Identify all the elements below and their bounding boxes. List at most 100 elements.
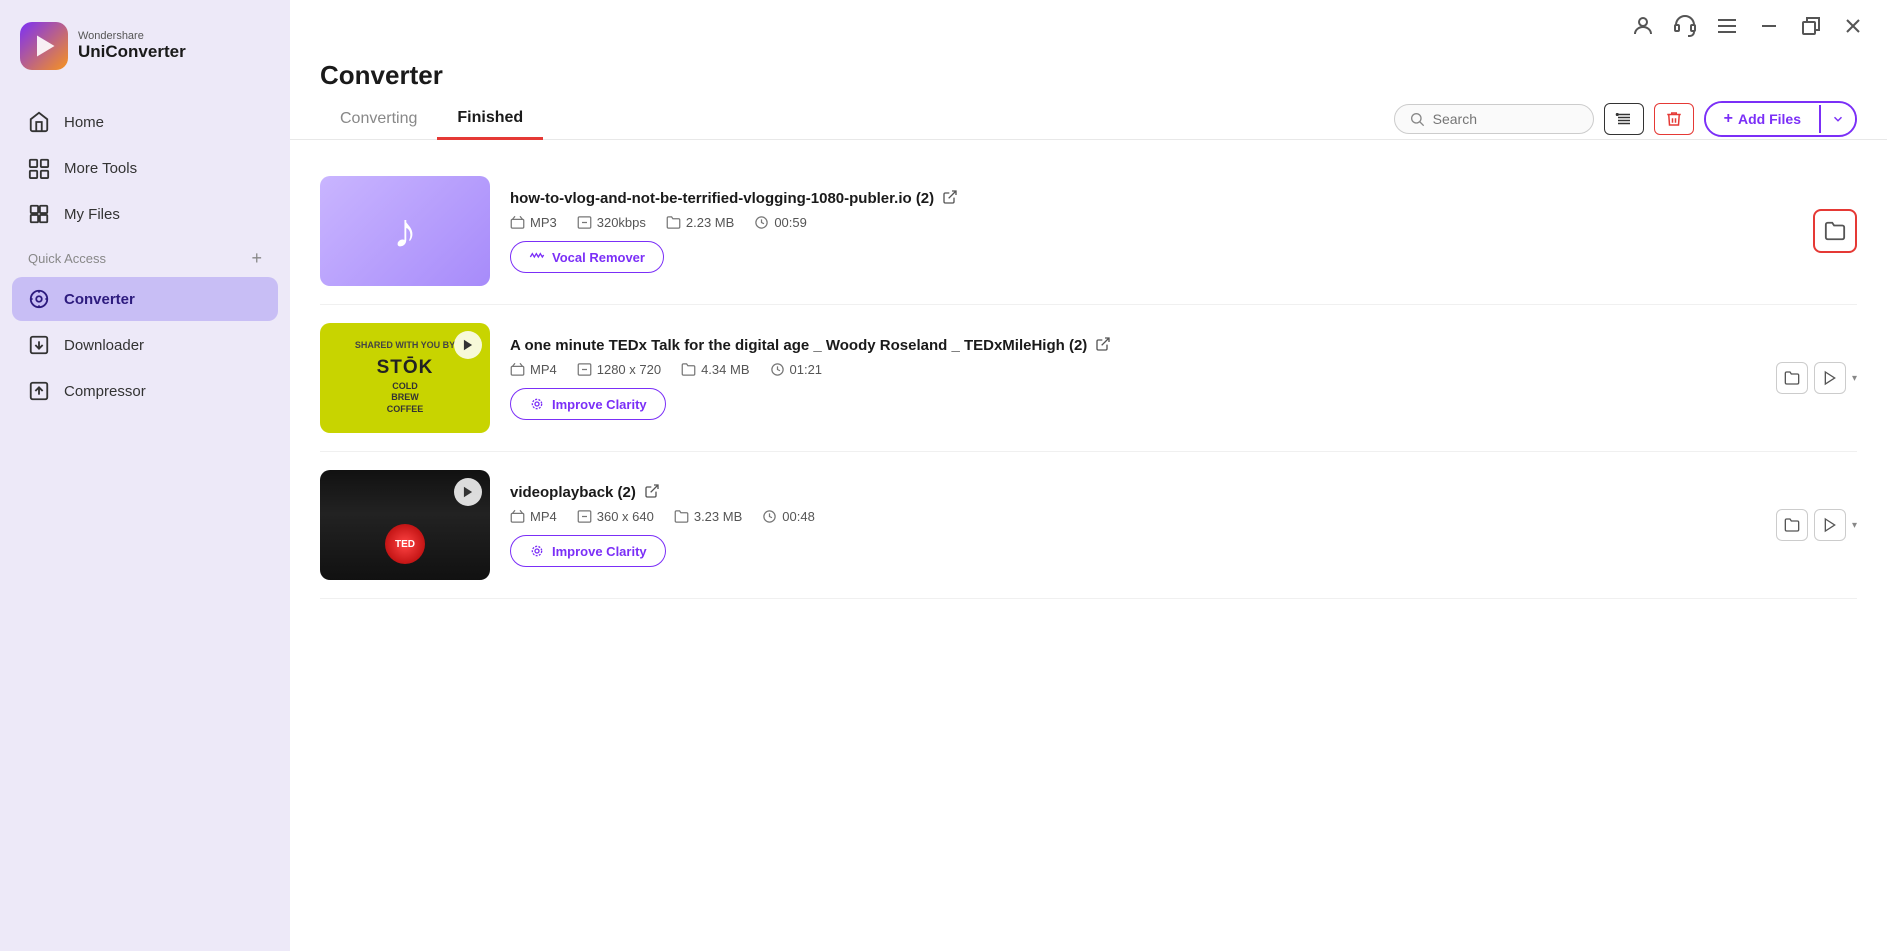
menu-icon bbox=[1715, 14, 1739, 38]
add-files-main[interactable]: + Add Files bbox=[1706, 103, 1819, 135]
file-thumbnail-2: SHARED WITH YOU BY STŌK COLDBREWCOFFEE bbox=[320, 323, 490, 433]
file-duration-2: 01:21 bbox=[770, 362, 823, 377]
play-overlay-2[interactable] bbox=[454, 331, 482, 359]
minimize-btn[interactable] bbox=[1755, 12, 1783, 40]
tab-converting[interactable]: Converting bbox=[320, 100, 437, 140]
trash-icon bbox=[1665, 110, 1683, 128]
improve-clarity-btn-3[interactable]: Improve Clarity bbox=[510, 535, 666, 567]
video-icon bbox=[510, 215, 525, 230]
folder-btn-1[interactable] bbox=[1813, 209, 1857, 253]
open-file-link-1[interactable] bbox=[942, 189, 958, 208]
folder-btn-2[interactable] bbox=[1776, 362, 1808, 394]
add-files-dropdown-btn[interactable] bbox=[1819, 105, 1855, 133]
logo-icon bbox=[20, 22, 68, 70]
file-type-2: MP4 bbox=[510, 362, 557, 377]
folder-icon-2 bbox=[1784, 370, 1800, 386]
open-file-link-3[interactable] bbox=[644, 483, 660, 502]
folder-btn-3[interactable] bbox=[1776, 509, 1808, 541]
sidebar: Wondershare UniConverter Home More Tools bbox=[0, 0, 290, 951]
open-file-link-2[interactable] bbox=[1095, 336, 1111, 355]
sidebar-item-my-files[interactable]: My Files bbox=[12, 192, 278, 236]
waveform-icon bbox=[529, 249, 545, 265]
file-actions-right-3: ▾ bbox=[1776, 509, 1857, 541]
sidebar-item-more-tools[interactable]: More Tools bbox=[12, 146, 278, 190]
file-thumbnail-3: TED bbox=[320, 470, 490, 580]
search-icon bbox=[1409, 111, 1425, 127]
play-icon bbox=[461, 338, 475, 352]
close-icon bbox=[1841, 14, 1865, 38]
improve-clarity-btn-2[interactable]: Improve Clarity bbox=[510, 388, 666, 420]
action-icons-row-2: ▾ bbox=[1776, 362, 1857, 394]
file-meta-2: MP4 1280 x 720 4.34 MB bbox=[510, 362, 1756, 377]
clarity-icon bbox=[529, 396, 545, 412]
close-btn[interactable] bbox=[1839, 12, 1867, 40]
play-btn-3[interactable] bbox=[1814, 509, 1846, 541]
sidebar-label-my-files: My Files bbox=[64, 206, 120, 223]
add-files-btn[interactable]: + Add Files bbox=[1704, 101, 1857, 137]
profile-btn[interactable] bbox=[1629, 12, 1657, 40]
sidebar-item-converter[interactable]: Converter bbox=[12, 277, 278, 321]
play-icon-3 bbox=[461, 485, 475, 499]
sidebar-item-home[interactable]: Home bbox=[12, 100, 278, 144]
bitrate-icon bbox=[577, 215, 592, 230]
table-row: ♪ how-to-vlog-and-not-be-terrified-vlogg… bbox=[320, 158, 1857, 305]
converter-icon bbox=[28, 288, 50, 310]
file-type-3: MP4 bbox=[510, 509, 557, 524]
vocal-remover-btn[interactable]: Vocal Remover bbox=[510, 241, 664, 273]
quick-access-section: Quick Access + bbox=[12, 238, 278, 275]
product-name: UniConverter bbox=[78, 42, 186, 62]
sidebar-label-compressor: Compressor bbox=[64, 383, 146, 400]
list-view-btn[interactable] bbox=[1604, 103, 1644, 135]
file-thumbnail-1: ♪ bbox=[320, 176, 490, 286]
search-input[interactable] bbox=[1433, 111, 1563, 127]
file-meta-3: MP4 360 x 640 3.23 MB bbox=[510, 509, 1756, 524]
play-btn-icon-3 bbox=[1822, 517, 1838, 533]
search-box[interactable] bbox=[1394, 104, 1594, 134]
tabs-row: Converting Finished bbox=[290, 91, 1887, 140]
brand-name: Wondershare bbox=[78, 30, 186, 42]
support-btn[interactable] bbox=[1671, 12, 1699, 40]
video-icon-3 bbox=[510, 509, 525, 524]
clock-icon bbox=[754, 215, 769, 230]
resolution-icon bbox=[577, 362, 592, 377]
folder-icon bbox=[1824, 220, 1846, 242]
nav-items: Home More Tools My Files Quick Acces bbox=[0, 90, 290, 423]
add-icon: + bbox=[1724, 110, 1733, 128]
sidebar-item-compressor[interactable]: Compressor bbox=[12, 369, 278, 413]
file-actions-right-2: ▾ bbox=[1776, 362, 1857, 394]
dropdown-arrow-2[interactable]: ▾ bbox=[1852, 373, 1857, 384]
play-overlay-3[interactable] bbox=[454, 478, 482, 506]
tab-finished[interactable]: Finished bbox=[437, 99, 543, 140]
more-tools-icon bbox=[28, 157, 50, 179]
dropdown-arrow-3[interactable]: ▾ bbox=[1852, 520, 1857, 531]
sidebar-item-downloader[interactable]: Downloader bbox=[12, 323, 278, 367]
external-link-icon bbox=[942, 189, 958, 205]
sidebar-label-converter: Converter bbox=[64, 291, 135, 308]
delete-btn[interactable] bbox=[1654, 103, 1694, 135]
file-meta-1: MP3 320kbps 2.23 MB bbox=[510, 215, 1777, 230]
file-info-1: how-to-vlog-and-not-be-terrified-vloggin… bbox=[510, 189, 1777, 273]
folder-size-icon-3 bbox=[674, 509, 689, 524]
topbar bbox=[290, 0, 1887, 52]
video-icon-2 bbox=[510, 362, 525, 377]
external-link-icon-3 bbox=[644, 483, 660, 499]
sidebar-label-more-tools: More Tools bbox=[64, 160, 137, 177]
file-name-1: how-to-vlog-and-not-be-terrified-vloggin… bbox=[510, 189, 1777, 208]
play-btn-icon-2 bbox=[1822, 370, 1838, 386]
headset-icon bbox=[1673, 14, 1697, 38]
file-type-1: MP3 bbox=[510, 215, 557, 230]
logo-text: Wondershare UniConverter bbox=[78, 30, 186, 62]
file-duration-1: 00:59 bbox=[754, 215, 807, 230]
folder-size-icon-2 bbox=[681, 362, 696, 377]
menu-btn[interactable] bbox=[1713, 12, 1741, 40]
quick-access-add-btn[interactable]: + bbox=[251, 248, 262, 269]
file-resolution-3: 360 x 640 bbox=[577, 509, 654, 524]
play-btn-2[interactable] bbox=[1814, 362, 1846, 394]
restore-btn[interactable] bbox=[1797, 12, 1825, 40]
clock-icon-3 bbox=[762, 509, 777, 524]
file-duration-3: 00:48 bbox=[762, 509, 815, 524]
folder-size-icon bbox=[666, 215, 681, 230]
file-info-3: videoplayback (2) MP4 bbox=[510, 483, 1756, 567]
page-title: Converter bbox=[320, 52, 1857, 91]
sidebar-label-home: Home bbox=[64, 114, 104, 131]
